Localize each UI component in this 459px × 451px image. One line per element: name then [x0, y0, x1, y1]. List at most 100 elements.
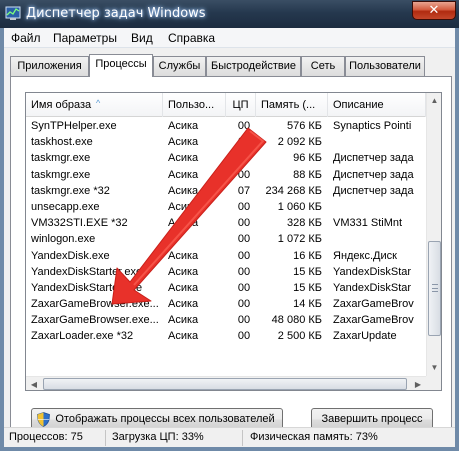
table-row[interactable]: unsecapp.exe Асика 00 1 060 КБ [26, 199, 426, 215]
cell-user: Асика [168, 265, 199, 278]
tab-processes[interactable]: Процессы [89, 54, 153, 77]
cell-memory: 328 КБ [286, 217, 322, 230]
cell-memory: 16 КБ [293, 249, 322, 262]
table-row[interactable]: taskmgr.exe *32 Асика 07 234 268 КБ Диспетче… [26, 183, 426, 199]
cell-name: taskhost.exe [31, 136, 93, 149]
table-row[interactable]: ZaxarGameBrowser.exe... Асика 00 48 080 КБ Z… [26, 312, 426, 328]
scroll-right-icon[interactable]: ▶ [410, 377, 426, 390]
cell-cpu: 00 [237, 152, 251, 165]
column-cpu[interactable]: ЦП [226, 93, 256, 117]
cell-description [333, 231, 426, 247]
cell-user: Асика [168, 152, 199, 165]
cell-user: Асика [168, 314, 199, 327]
cell-memory: 96 КБ [293, 152, 322, 165]
cell-description: YandexDiskStar [333, 265, 412, 278]
window-client: Файл Параметры Вид Справка Приложения Пр… [4, 28, 455, 447]
cell-cpu: 00 [237, 281, 251, 294]
cell-description: Диспетчер зада [333, 168, 414, 181]
cell-name: taskmgr.exe *32 [31, 184, 110, 197]
status-memory: Физическая память: 73% [250, 431, 378, 443]
cell-description: ZaxarUpdate [333, 330, 397, 343]
cell-description: ZaxarGameBrov [333, 298, 414, 311]
cell-user: Асика [168, 184, 199, 197]
menu-bar: Файл Параметры Вид Справка [4, 28, 455, 48]
rows: SynTPHelper.exe Асика 00 576 КБ Synaptics Po… [26, 118, 426, 345]
cell-cpu: 00 [237, 233, 251, 246]
column-image-name[interactable]: Имя образа ^ [26, 93, 163, 117]
cell-cpu: 07 [237, 184, 251, 197]
menu-file[interactable]: Файл [11, 31, 41, 45]
table-row[interactable]: winlogon.exe 00 1 072 КБ [26, 231, 426, 247]
scroll-corner [426, 376, 441, 390]
cell-memory: 234 268 КБ [265, 184, 322, 197]
vertical-scroll-thumb[interactable] [428, 241, 441, 336]
cell-memory: 14 КБ [293, 298, 322, 311]
table-row[interactable]: ZaxarGameBrowser.exe... Асика 00 14 КБ Zaxar… [26, 296, 426, 312]
cell-cpu: 00 [237, 168, 251, 181]
table-row[interactable]: YandexDisk.exe Асика 00 16 КБ Яндекс.Диск [26, 248, 426, 264]
tab-users[interactable]: Пользователи [345, 56, 425, 76]
tab-performance[interactable]: Быстродействие [206, 56, 301, 76]
menu-view[interactable]: Вид [131, 31, 153, 45]
cell-memory: 1 060 КБ [277, 200, 322, 213]
tab-strip: Приложения Процессы Службы Быстродействи… [10, 54, 452, 77]
processes-panel: Имя образа ^ Пользо... ЦП Память (... Оп… [10, 76, 452, 439]
uac-shield-icon [37, 412, 50, 427]
cell-user: Асика [168, 217, 199, 230]
table-row[interactable]: YandexDiskStarter.exe Асика 00 15 КБ YandexD… [26, 264, 426, 280]
cell-name: taskmgr.exe [31, 168, 91, 181]
table-row[interactable]: SynTPHelper.exe Асика 00 576 КБ Synaptics Po… [26, 118, 426, 134]
cell-memory: 15 КБ [293, 281, 322, 294]
horizontal-scroll-thumb[interactable] [43, 378, 407, 390]
show-all-users-label: Отображать процессы всех пользователей [55, 413, 275, 425]
close-icon: ✕ [428, 3, 440, 18]
cell-cpu: 00 [237, 298, 251, 311]
cell-memory: 2 500 КБ [277, 330, 322, 343]
table-row[interactable]: VM332STI.EXE *32 Асика 00 328 КБ VM331 StiMn… [26, 215, 426, 231]
vertical-scrollbar[interactable]: ▲ ▼ [426, 93, 441, 376]
cell-description: Яндекс.Диск [333, 249, 397, 262]
horizontal-scrollbar[interactable]: ◀ ▶ [26, 376, 426, 390]
window-title: Диспетчер задач Windows [26, 6, 206, 21]
table-row[interactable]: ZaxarLoader.exe *32 Асика 00 2 500 КБ ZaxarU… [26, 328, 426, 344]
cell-name: VM332STI.EXE *32 [31, 217, 128, 230]
cell-user: Асика [168, 136, 199, 149]
title-bar[interactable]: Диспетчер задач Windows ✕ [0, 0, 459, 28]
menu-options[interactable]: Параметры [53, 31, 117, 45]
table-row[interactable]: taskmgr.exe Асика 00 96 КБ Диспетчер зада [26, 150, 426, 166]
sort-ascending-icon: ^ [96, 98, 101, 108]
cell-name: ZaxarGameBrowser.exe... [31, 298, 159, 311]
tab-network[interactable]: Сеть [301, 56, 345, 76]
cell-memory: 2 092 КБ [277, 136, 322, 149]
cell-name: YandexDiskStarter.exe [31, 281, 143, 294]
cell-name: SynTPHelper.exe [31, 120, 117, 132]
status-divider [105, 430, 106, 446]
column-description[interactable]: Описание [328, 93, 426, 117]
process-list[interactable]: Имя образа ^ Пользо... ЦП Память (... Оп… [25, 92, 442, 391]
scroll-up-icon[interactable]: ▲ [427, 93, 441, 109]
menu-help[interactable]: Справка [168, 31, 215, 45]
cell-memory: 88 КБ [293, 168, 322, 181]
column-memory[interactable]: Память (... [256, 93, 328, 117]
cell-description: VM331 StiMnt [333, 217, 403, 230]
tab-services[interactable]: Службы [153, 56, 206, 76]
close-button[interactable]: ✕ [412, 1, 456, 20]
cell-cpu: 00 [237, 265, 251, 278]
scroll-down-icon[interactable]: ▼ [427, 360, 441, 376]
cell-name: unsecapp.exe [31, 200, 100, 213]
cell-user: Асика [168, 168, 199, 181]
column-user[interactable]: Пользо... [163, 93, 226, 117]
cell-cpu: 00 [237, 200, 251, 213]
scroll-left-icon[interactable]: ◀ [26, 377, 42, 390]
cell-cpu: 00 [237, 330, 251, 343]
cell-description: Диспетчер зада [333, 152, 414, 165]
cell-user: Асика [168, 200, 199, 213]
table-row[interactable]: taskhost.exe Асика 00 2 092 КБ [26, 134, 426, 150]
cell-cpu: 00 [237, 249, 251, 262]
cell-description: ZaxarGameBrov [333, 314, 414, 327]
cell-description: Synaptics Pointi [333, 120, 412, 132]
status-cpu: Загрузка ЦП: 33% [112, 431, 204, 443]
table-row[interactable]: YandexDiskStarter.exe Асика 00 15 КБ YandexD… [26, 280, 426, 296]
tab-applications[interactable]: Приложения [10, 56, 89, 76]
table-row[interactable]: taskmgr.exe Асика 00 88 КБ Диспетчер зада [26, 167, 426, 183]
